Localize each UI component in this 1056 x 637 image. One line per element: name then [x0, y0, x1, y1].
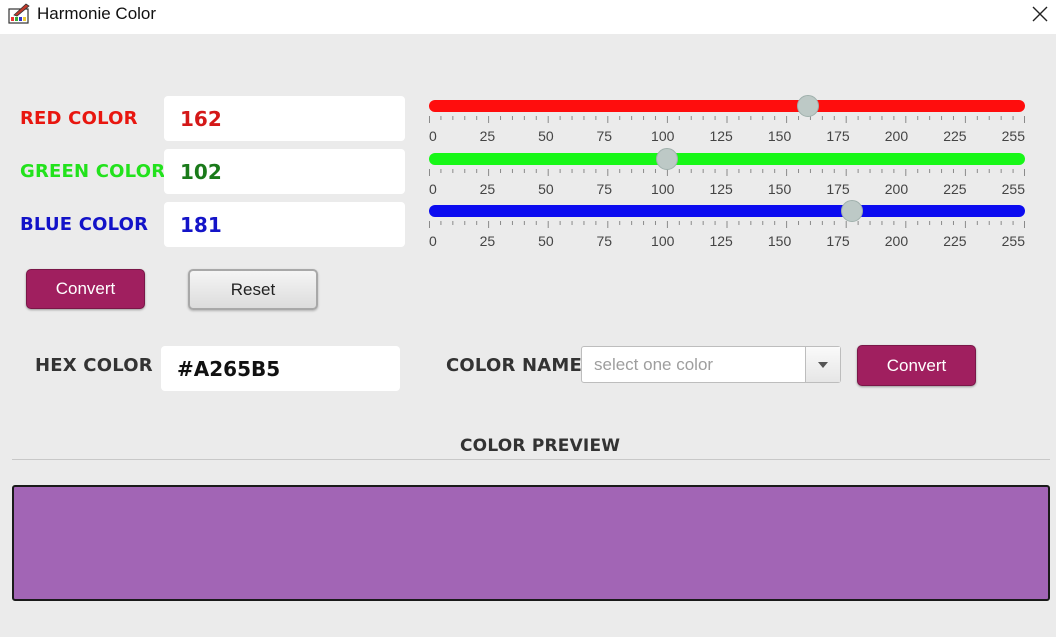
palette-icon: [8, 3, 30, 24]
slider-tick-label: 175: [826, 181, 850, 197]
color-name-label: COLOR NAME: [446, 355, 582, 376]
slider-tick-label: 225: [943, 128, 967, 144]
slider-tick-label: 175: [826, 128, 850, 144]
window-title: Harmonie Color: [37, 4, 157, 23]
color-name-placeholder: select one color: [594, 355, 714, 374]
slider-tick-label: 200: [884, 128, 909, 144]
red-value-field[interactable]: 162: [164, 96, 405, 141]
slider-tick-label: 125: [709, 128, 733, 144]
red-slider-track[interactable]: [429, 100, 1025, 112]
red-slider-ticks: [429, 116, 1025, 123]
hex-value-text: #A265B5: [177, 356, 281, 381]
slider-tick-label: 75: [596, 181, 613, 197]
slider-tick-label: 100: [651, 181, 675, 197]
color-preview-box: [12, 485, 1050, 601]
green-slider[interactable]: 0 25 50 75 100 125 150 175 200 225 255: [429, 148, 1025, 199]
slider-tick-label: 100: [651, 233, 675, 249]
slider-tick-label: 75: [596, 128, 613, 144]
slider-tick-label: 225: [943, 181, 967, 197]
blue-slider[interactable]: 0 25 50 75 100 125 150 175 200 225 255: [429, 200, 1025, 251]
convert-name-button[interactable]: Convert: [857, 345, 976, 386]
slider-tick-label: 150: [767, 233, 792, 249]
convert-rgb-button[interactable]: Convert: [26, 269, 145, 309]
blue-slider-thumb[interactable]: [841, 200, 864, 222]
slider-tick-label: 50: [538, 128, 554, 144]
green-value-text: 102: [180, 159, 222, 184]
slider-tick-label: 0: [429, 181, 437, 197]
red-slider-thumb[interactable]: [796, 95, 819, 117]
slider-tick-label: 150: [767, 181, 792, 197]
slider-tick-label: 125: [709, 181, 733, 197]
slider-tick-label: 25: [479, 128, 496, 144]
slider-tick-label: 0: [429, 128, 437, 144]
title-bar: Harmonie Color: [0, 0, 1056, 34]
slider-tick-label: 255: [1001, 128, 1025, 144]
green-slider-thumb[interactable]: [656, 148, 679, 170]
slider-tick-label: 100: [651, 128, 675, 144]
slider-tick-label: 50: [538, 181, 554, 197]
slider-tick-label: 200: [884, 181, 909, 197]
slider-tick-label: 25: [479, 181, 496, 197]
green-value-field[interactable]: 102: [164, 149, 405, 194]
hex-value-field[interactable]: #A265B5: [161, 346, 400, 391]
close-icon[interactable]: [1030, 4, 1050, 24]
green-color-label: GREEN COLOR: [20, 161, 166, 182]
slider-tick-label: 25: [479, 233, 496, 249]
color-name-dropdown[interactable]: select one color: [581, 346, 841, 383]
blue-value-field[interactable]: 181: [164, 202, 405, 247]
divider: [12, 459, 1050, 460]
red-slider[interactable]: 0 25 50 75 100 125 150 175 200 225 255: [429, 95, 1025, 146]
slider-tick-label: 0: [429, 233, 437, 249]
blue-slider-ticks: [429, 221, 1025, 228]
slider-tick-label: 75: [596, 233, 613, 249]
slider-tick-label: 175: [826, 233, 850, 249]
blue-slider-track[interactable]: [429, 205, 1025, 217]
hex-color-label: HEX COLOR: [35, 355, 153, 376]
slider-tick-label: 255: [1001, 233, 1025, 249]
color-preview-label: COLOR PREVIEW: [460, 436, 621, 456]
red-value-text: 162: [180, 106, 222, 131]
dropdown-arrow[interactable]: [805, 347, 840, 382]
slider-tick-label: 225: [943, 233, 967, 249]
slider-tick-label: 50: [538, 233, 554, 249]
slider-tick-label: 200: [884, 233, 909, 249]
reset-button[interactable]: Reset: [188, 269, 318, 310]
slider-tick-label: 255: [1001, 181, 1025, 197]
blue-value-text: 181: [180, 212, 222, 237]
slider-tick-label: 125: [709, 233, 733, 249]
green-slider-track[interactable]: [429, 153, 1025, 165]
red-color-label: RED COLOR: [20, 108, 138, 129]
slider-tick-label: 150: [767, 128, 792, 144]
blue-color-label: BLUE COLOR: [20, 214, 149, 235]
chevron-down-icon: [818, 361, 828, 368]
green-slider-ticks: [429, 169, 1025, 176]
